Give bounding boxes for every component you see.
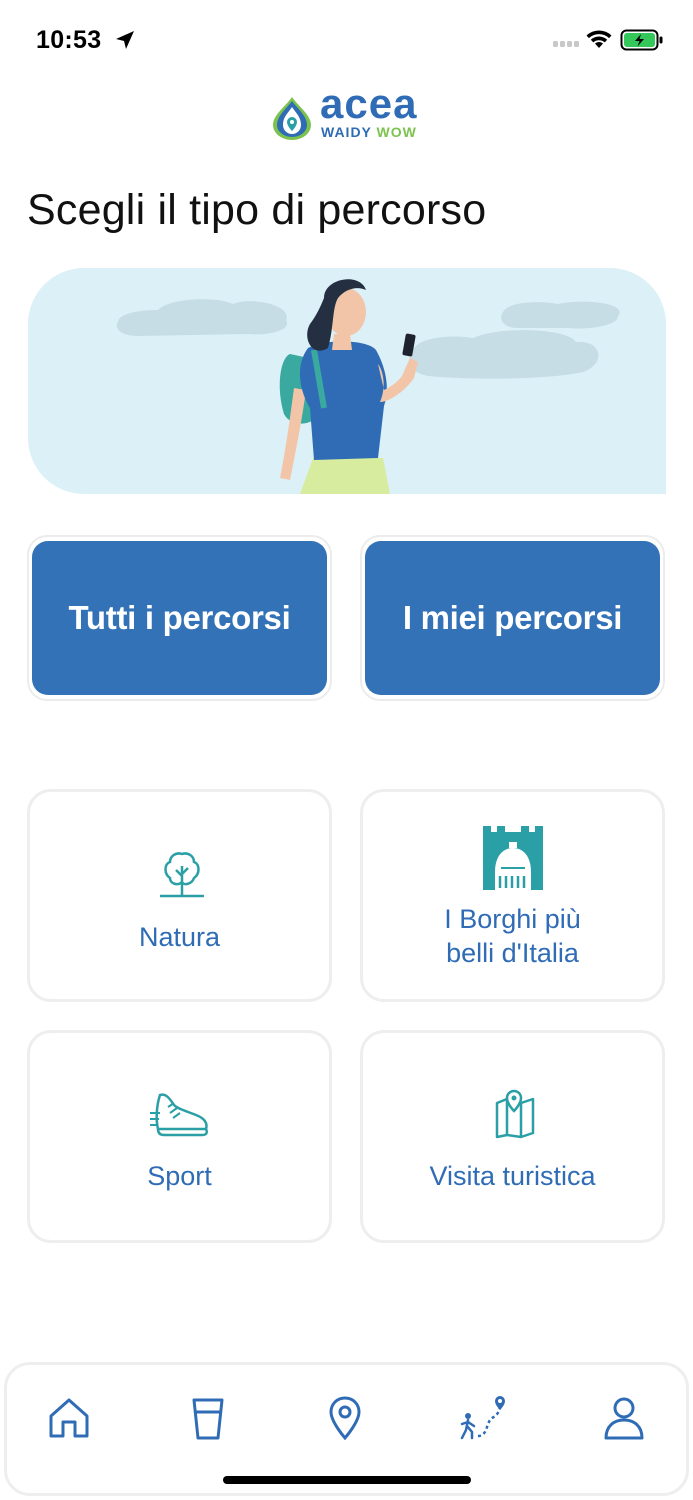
page-title: Scegli il tipo di percorso [27, 186, 487, 234]
tree-icon [160, 852, 204, 898]
category-card-borghi[interactable]: I Borghi più belli d'Italia [360, 789, 665, 1002]
water-glass-icon[interactable] [184, 1394, 232, 1442]
home-indicator[interactable] [223, 1476, 471, 1484]
cellular-signal-icon [553, 41, 579, 47]
sneaker-icon [150, 1093, 209, 1137]
category-label: Sport [147, 1161, 212, 1191]
home-icon[interactable] [45, 1394, 93, 1442]
logo-subtitle-right: WOW [376, 124, 417, 140]
logo-subtitle-left: WAIDY [321, 124, 372, 140]
category-label: Natura [138, 922, 221, 952]
location-arrow-icon [116, 31, 134, 49]
all-routes-button[interactable]: Tutti i percorsi [32, 541, 327, 695]
battery-charging-icon [620, 29, 663, 51]
profile-icon[interactable] [600, 1394, 648, 1442]
category-card-natura[interactable]: Natura [27, 789, 332, 1002]
category-card-sport[interactable]: Sport [27, 1030, 332, 1243]
hiker-illustration [116, 279, 620, 494]
location-pin-icon[interactable] [321, 1394, 369, 1442]
route-walk-icon[interactable] [458, 1394, 506, 1442]
status-time: 10:53 [36, 26, 102, 54]
village-icon [483, 826, 543, 890]
logo-subtitle: WAIDY WOW [321, 124, 417, 140]
category-label-line2: belli d'Italia [446, 938, 579, 968]
wifi-icon [586, 30, 612, 48]
all-routes-button-frame: Tutti i percorsi [27, 535, 332, 701]
hero-illustration [28, 268, 666, 494]
category-label-line1: I Borghi più [444, 904, 581, 934]
my-routes-button[interactable]: I miei percorsi [365, 541, 660, 695]
map-icon [495, 1089, 535, 1139]
acea-drop-logo-icon [273, 97, 311, 140]
my-routes-button-frame: I miei percorsi [360, 535, 665, 701]
category-card-visita[interactable]: Visita turistica [360, 1030, 665, 1243]
logo-brand: acea [320, 80, 418, 127]
category-label: Visita turistica [429, 1161, 596, 1191]
